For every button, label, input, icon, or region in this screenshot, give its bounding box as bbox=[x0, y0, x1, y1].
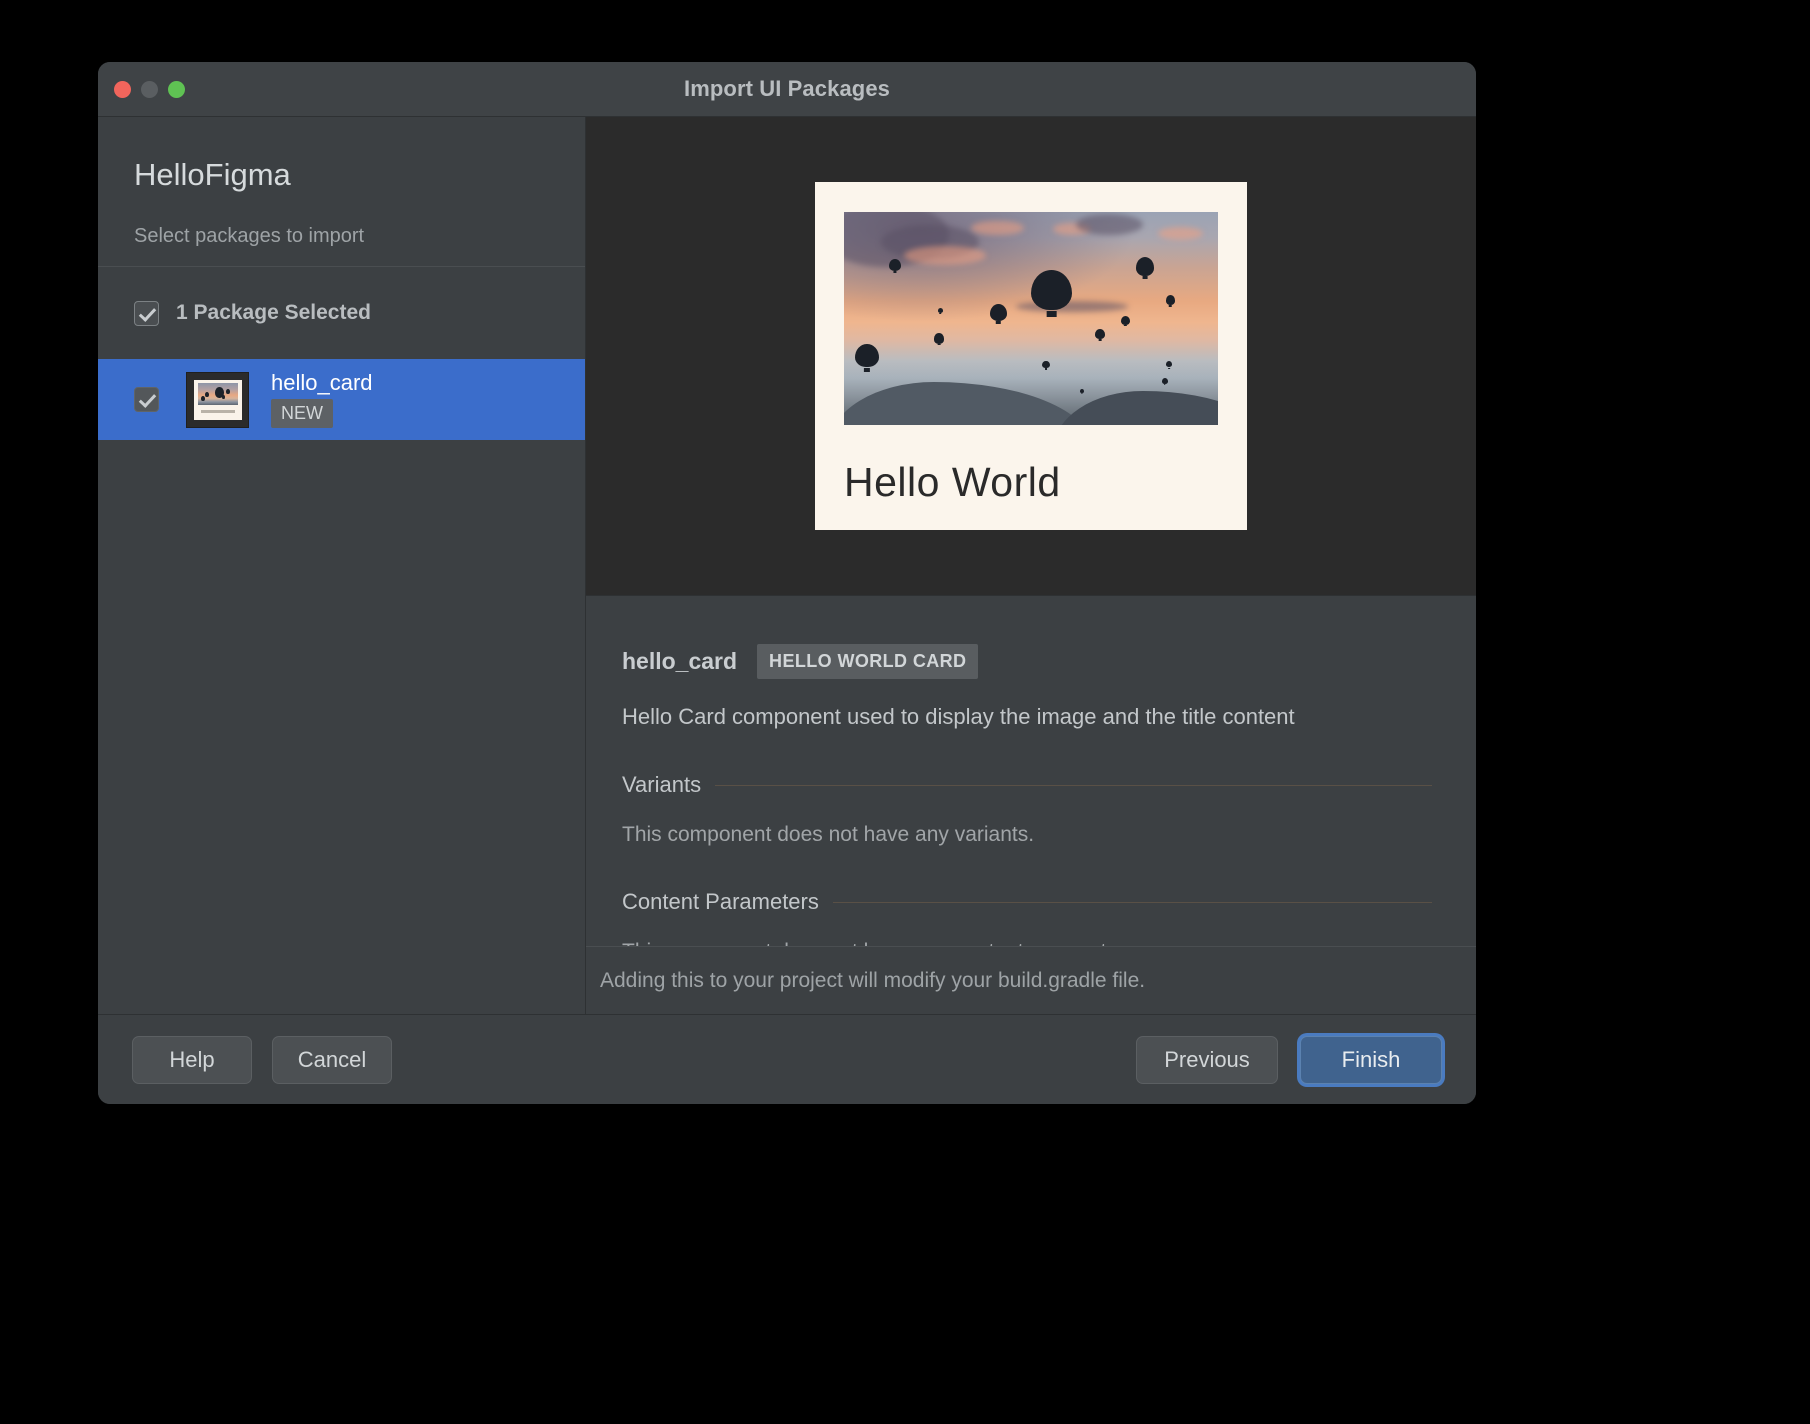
select-all-checkbox[interactable] bbox=[134, 300, 159, 326]
minimize-window-button[interactable] bbox=[141, 80, 158, 98]
close-window-button[interactable] bbox=[114, 80, 131, 98]
section-content-parameters-body: This component does not have any content… bbox=[622, 941, 1432, 946]
package-name: hello_card bbox=[271, 369, 373, 395]
dialog-footer: Help Cancel Previous Finish bbox=[98, 1014, 1476, 1104]
hello-card-preview: Hello World bbox=[815, 182, 1247, 530]
maximize-window-button[interactable] bbox=[168, 80, 185, 98]
project-name: HelloFigma bbox=[134, 157, 291, 192]
section-variants-title: Variants bbox=[622, 772, 702, 797]
section-variants: Variants This component does not have an… bbox=[622, 774, 1432, 845]
preview-card-title: Hello World bbox=[844, 459, 1061, 505]
finish-button[interactable]: Finish bbox=[1300, 1035, 1442, 1084]
section-content-parameters-title: Content Parameters bbox=[622, 889, 819, 914]
detail-component-tag: HELLO WORLD CARD bbox=[757, 644, 979, 679]
select-all-label: 1 Package Selected bbox=[176, 301, 371, 324]
packages-sidebar: HelloFigma Select packages to import 1 P… bbox=[98, 117, 586, 1014]
package-list: hello_card NEW bbox=[98, 359, 585, 1014]
cancel-button[interactable]: Cancel bbox=[272, 1035, 392, 1084]
detail-component-name: hello_card bbox=[622, 648, 738, 674]
section-variants-body: This component does not have any variant… bbox=[622, 823, 1035, 846]
section-content-parameters: Content Parameters This component does n… bbox=[622, 891, 1432, 946]
section-divider bbox=[832, 901, 1432, 903]
window-titlebar: Import UI Packages bbox=[98, 62, 1476, 117]
package-thumbnail-icon bbox=[186, 371, 249, 428]
detail-header-row: hello_card HELLO WORLD CARD bbox=[622, 644, 1432, 679]
section-content-parameters-header: Content Parameters bbox=[622, 891, 1432, 913]
gradle-note-bar: Adding this to your project will modify … bbox=[586, 946, 1476, 1014]
gradle-note: Adding this to your project will modify … bbox=[600, 968, 1146, 992]
footer-right-buttons: Previous Finish bbox=[1136, 1035, 1442, 1084]
balloon-photo-image bbox=[844, 212, 1218, 425]
status-badge: NEW bbox=[271, 398, 333, 428]
list-item[interactable]: hello_card NEW bbox=[98, 359, 585, 440]
import-ui-packages-dialog: Import UI Packages HelloFigma Select pac… bbox=[98, 62, 1476, 1104]
sidebar-subtitle: Select packages to import bbox=[134, 225, 365, 247]
help-button[interactable]: Help bbox=[132, 1035, 252, 1084]
window-controls bbox=[114, 62, 185, 116]
section-variants-header: Variants bbox=[622, 774, 1432, 796]
screen: Import UI Packages HelloFigma Select pac… bbox=[0, 0, 1810, 1424]
component-pane: Hello World hello_card HELLO WORLD CARD … bbox=[586, 117, 1476, 1014]
dialog-body: HelloFigma Select packages to import 1 P… bbox=[98, 117, 1476, 1014]
package-checkbox[interactable] bbox=[134, 387, 159, 412]
component-preview-area: Hello World bbox=[586, 117, 1476, 596]
component-details: hello_card HELLO WORLD CARD Hello Card c… bbox=[586, 596, 1476, 946]
select-all-row[interactable]: 1 Package Selected bbox=[98, 267, 585, 359]
detail-description: Hello Card component used to display the… bbox=[622, 704, 1295, 729]
previous-button[interactable]: Previous bbox=[1136, 1035, 1278, 1084]
package-meta: hello_card NEW bbox=[271, 369, 373, 428]
window-title: Import UI Packages bbox=[684, 76, 890, 101]
section-divider bbox=[715, 784, 1432, 786]
footer-left-buttons: Help Cancel bbox=[132, 1035, 392, 1084]
sidebar-header: HelloFigma Select packages to import bbox=[98, 117, 585, 267]
